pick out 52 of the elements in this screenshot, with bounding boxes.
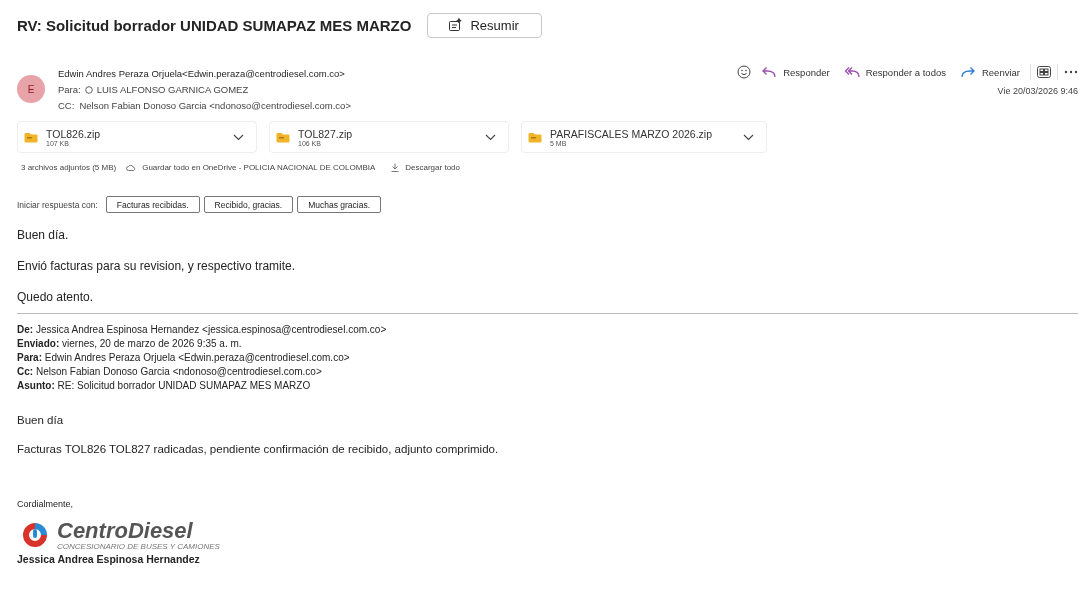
forward-arrow-icon bbox=[959, 66, 976, 78]
email-subject: RV: Solicitud borrador UNIDAD SUMAPAZ MES MARZO bbox=[17, 16, 412, 34]
quick-reply-button[interactable]: Muchas gracias. bbox=[297, 196, 382, 213]
more-options-icon[interactable] bbox=[1064, 70, 1078, 74]
body-paragraph: Buen día. bbox=[17, 228, 70, 242]
quoted-header-line: De: Jessica Andrea Espinosa Hernandez <jessica.espinosa@centrodiesel.com.co> bbox=[17, 324, 388, 336]
folder-icon bbox=[528, 131, 542, 143]
chevron-down-icon[interactable] bbox=[743, 133, 754, 141]
quoted-header-line: Asunto: RE: Solicitud borrador UNIDAD SUMAPAZ MES MARZO bbox=[17, 380, 312, 392]
attachment-summary: 3 archivos adjuntos (5 MB) bbox=[21, 163, 117, 172]
download-icon bbox=[391, 163, 400, 172]
action-button[interactable]: Reenviar bbox=[955, 64, 1024, 80]
attachment-name: PARAFISCALES MARZO 2026.zip bbox=[550, 127, 714, 140]
quoted-header-line: Enviado: viernes, 20 de marzo de 2026 9:35 a. m. bbox=[17, 338, 243, 350]
quoted-header-line: Cc: Nelson Fabian Donoso Garcia <ndonoso@centrodiesel.com.co> bbox=[17, 366, 323, 378]
chevron-down-icon[interactable] bbox=[485, 133, 496, 141]
logo-tagline: CONCESIONARIO DE BUSES Y CAMIONES bbox=[57, 542, 220, 551]
cc-value: Nelson Fabian Donoso Garcia <ndonoso@centrodiesel.com.co> bbox=[79, 100, 351, 111]
recipient-name: LUIS ALFONSO GARNICA GOMEZ bbox=[96, 84, 249, 95]
cc-label: CC: bbox=[58, 100, 75, 111]
chevron-down-icon[interactable] bbox=[233, 133, 244, 141]
quick-reply-button[interactable]: Recibido, gracias. bbox=[203, 196, 294, 213]
closing-text: Cordialmente, bbox=[17, 499, 75, 509]
attachment-name: TOL826.zip bbox=[46, 127, 102, 140]
emoji-icon[interactable] bbox=[737, 65, 752, 79]
recipient-label: Para: bbox=[58, 84, 81, 95]
cloud-icon bbox=[126, 164, 137, 171]
attachment-name: TOL827.zip bbox=[298, 127, 354, 140]
layout-grid-icon[interactable] bbox=[1037, 66, 1051, 78]
body-paragraph: Buen día bbox=[17, 414, 65, 426]
quick-reply-label: Iniciar respuesta con: bbox=[17, 199, 98, 210]
action-button[interactable]: Responder a todos bbox=[839, 64, 950, 80]
sender-line: Edwin Andres Peraza Orjuela<Edwin.peraza@centrodiesel.com.co> bbox=[58, 68, 346, 79]
folder-icon bbox=[24, 131, 38, 143]
body-paragraph: Envió facturas para su revision, y respectivo tramite. bbox=[17, 259, 297, 273]
body-paragraph: Quedo atento. bbox=[17, 290, 95, 304]
download-all-button[interactable]: Descargar todo bbox=[391, 163, 460, 172]
quick-reply-button[interactable]: Facturas recibidas. bbox=[105, 196, 200, 213]
save-all-button[interactable]: Guardar todo en OneDrive - POLICIA NACIONAL DE COLOMBIA bbox=[126, 163, 376, 172]
signature-name: Jessica Andrea Espinosa Hernandez bbox=[17, 553, 201, 565]
summarize-button[interactable]: Resumir bbox=[427, 12, 542, 38]
sender-avatar: E bbox=[17, 75, 45, 103]
reply-arrow-icon bbox=[761, 66, 778, 78]
presence-circle-icon bbox=[84, 85, 93, 94]
quoted-header-line: Para: Edwin Andres Peraza Orjuela <Edwin.peraza@centrodiesel.com.co> bbox=[17, 352, 351, 364]
received-date: Vie 20/03/2026 9:46 bbox=[997, 86, 1078, 96]
folder-icon bbox=[276, 131, 290, 143]
action-button[interactable]: Responder bbox=[757, 64, 834, 80]
logo-wordmark: CentroDiesel bbox=[57, 519, 194, 542]
reply-all-arrow-icon bbox=[843, 66, 860, 78]
body-paragraph: Facturas TOL826 TOL827 radicadas, pendiente confirmación de recibido, adjunto comprimido. bbox=[17, 443, 500, 455]
sparkle-document-icon bbox=[448, 18, 463, 32]
